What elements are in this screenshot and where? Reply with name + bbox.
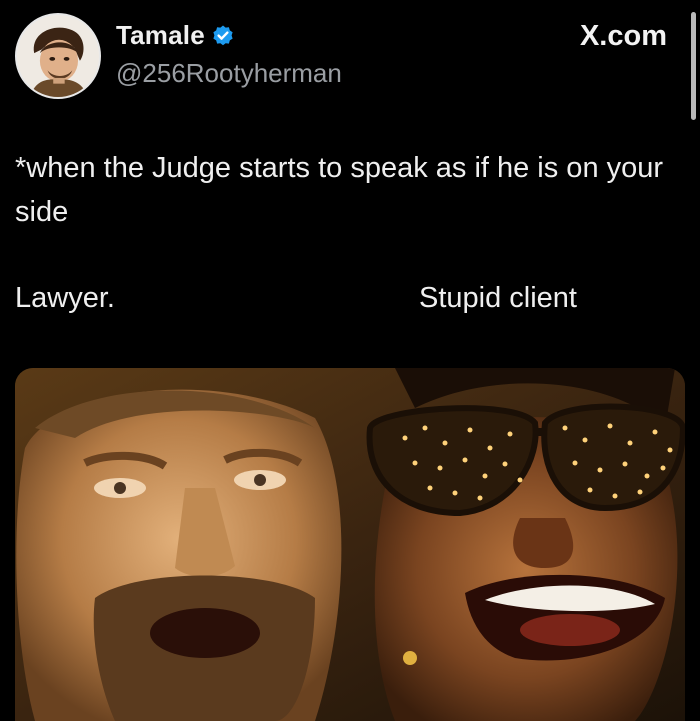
avatar[interactable] xyxy=(15,13,101,99)
tweet-card: Tamale @256Rootyherman X.com *when the J… xyxy=(0,0,700,721)
user-handle[interactable]: @256Rootyherman xyxy=(116,58,342,89)
tweet-text: *when the Judge starts to speak as if he… xyxy=(15,152,664,228)
meme-image[interactable] xyxy=(15,368,685,721)
caption-right: Stupid client xyxy=(419,282,577,314)
name-row: Tamale xyxy=(116,20,235,51)
verified-badge-icon xyxy=(211,24,235,48)
caption-left: Lawyer. xyxy=(15,282,115,314)
avatar-image xyxy=(17,15,99,97)
site-label[interactable]: X.com xyxy=(580,20,667,53)
scrollbar[interactable] xyxy=(691,12,696,120)
display-name[interactable]: Tamale xyxy=(116,20,205,51)
